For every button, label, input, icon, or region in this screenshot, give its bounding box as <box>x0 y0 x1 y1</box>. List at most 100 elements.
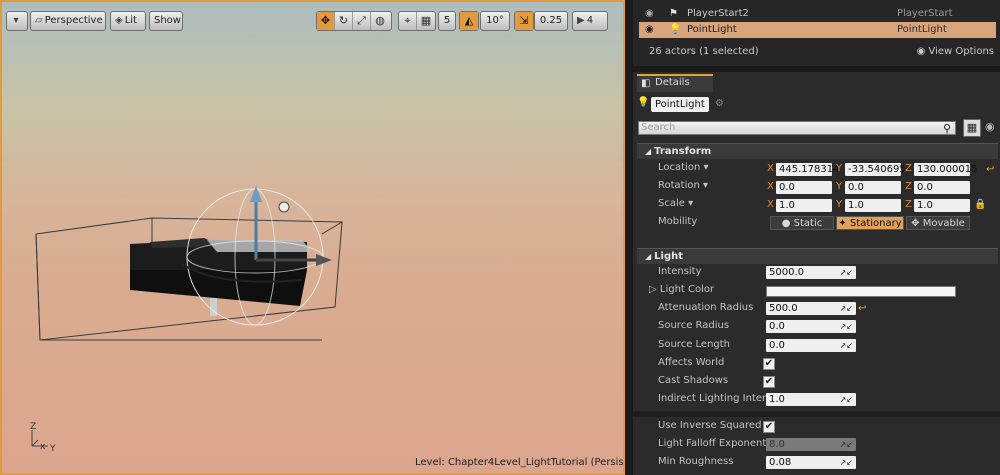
intensity-value: 5000.0 <box>769 267 804 278</box>
section-transform[interactable]: ◢ Transform <box>637 143 998 159</box>
tab-details[interactable]: ◧ Details <box>637 74 713 92</box>
show-button[interactable]: Show <box>149 11 183 31</box>
stationary-icon: ✦ <box>838 218 850 229</box>
lit-button[interactable]: ◈ Lit <box>110 11 146 31</box>
surface-snap-group: ⌖ ▦ <box>398 11 436 31</box>
visibility-filter-icon[interactable]: ◉ <box>985 120 995 133</box>
location-label[interactable]: Location ▾ <box>658 162 709 173</box>
actor-name-field[interactable]: PointLight <box>651 97 709 112</box>
scale-snap-dropdown[interactable]: 0.25 <box>534 11 568 31</box>
section-transform-title: Transform <box>654 146 712 157</box>
attenuation-field[interactable]: 500.0 ↗↙ <box>766 302 856 315</box>
lightbulb-icon: 💡 <box>669 24 682 35</box>
axis-y-label: Y <box>836 181 843 192</box>
min-roughness-label: Min Roughness <box>658 456 734 467</box>
mobility-stationary-button[interactable]: ✦ Stationary <box>836 216 904 230</box>
eye-icon: ◉ <box>916 46 929 57</box>
location-x-field[interactable]: 445.178314 <box>776 163 839 176</box>
search-icon[interactable]: ⚲ <box>943 122 951 135</box>
level-viewport[interactable]: Z x Y ▾ ▱ Perspective ◈ Lit Show ✥ ↻ ⤢ ◍ ⌖ ▦ 5… <box>0 0 625 475</box>
axis-z-label: Z <box>905 181 912 192</box>
location-label-text: Location <box>658 162 701 173</box>
property-matrix-button[interactable]: ▦ <box>963 119 981 137</box>
world-local-icon[interactable]: ◍ <box>371 12 389 30</box>
outliner-row-name: PlayerStart2 <box>687 8 749 19</box>
intensity-field[interactable]: 5000.0 ↗↙ <box>766 266 856 279</box>
drag-arrows-icon: ↗↙ <box>839 341 853 350</box>
rotation-z-field[interactable]: 0.0 <box>914 181 970 194</box>
scale-icon[interactable]: ⤢ <box>353 12 371 30</box>
rotation-snap-toggle[interactable]: ◭ <box>459 11 479 31</box>
grid-snap-icon[interactable]: ▦ <box>417 12 435 30</box>
scale-z-field[interactable]: 1.0 <box>914 199 970 212</box>
details-icon: ◧ <box>641 78 651 89</box>
drag-arrows-icon: ↗↙ <box>839 395 853 404</box>
details-search-input[interactable]: Search <box>638 121 956 135</box>
scale-snap-toggle[interactable]: ⇲ <box>514 11 534 31</box>
rotation-x-field[interactable]: 0.0 <box>776 181 832 194</box>
location-y-field[interactable]: -33.540695 <box>845 163 906 176</box>
rotation-y-field[interactable]: 0.0 <box>845 181 901 194</box>
camera-icon: ▶ <box>577 15 585 26</box>
world-outliner: ◉ ⚑ PlayerStart2 PlayerStart ◉ 💡 PointLi… <box>633 0 1000 66</box>
rotation-label[interactable]: Rotation ▾ <box>658 180 708 191</box>
rotate-icon[interactable]: ↻ <box>335 12 353 30</box>
visibility-eye-icon[interactable]: ◉ <box>645 6 654 22</box>
location-z-field[interactable]: 130.000015 <box>914 163 977 176</box>
light-color-swatch[interactable] <box>766 286 956 297</box>
mobility-movable-button[interactable]: ✥ Movable <box>906 216 970 230</box>
rotation-snap-dropdown[interactable]: 10° <box>480 11 510 31</box>
scene-render[interactable] <box>2 2 625 475</box>
indirect-lighting-value: 1.0 <box>769 394 785 405</box>
chevron-down-icon: ▾ <box>13 15 19 26</box>
grid-size-dropdown[interactable]: 5 <box>438 11 456 31</box>
indirect-lighting-field[interactable]: 1.0 ↗↙ <box>766 393 856 406</box>
affects-world-label: Affects World <box>658 357 725 368</box>
light-color-label[interactable]: ▷ Light Color <box>649 284 714 295</box>
affects-world-checkbox[interactable]: ✔ <box>763 358 775 370</box>
mobility-static-label: Static <box>793 218 823 229</box>
falloff-exponent-field[interactable]: 8.0 ↗↙ <box>766 438 856 451</box>
visibility-eye-icon[interactable]: ◉ <box>645 22 654 38</box>
lock-icon[interactable]: ⚙ <box>715 98 724 109</box>
source-radius-field[interactable]: 0.0 ↗↙ <box>766 320 856 333</box>
flag-icon: ⚑ <box>669 8 678 19</box>
mobility-static-button[interactable]: ● Static <box>770 216 834 230</box>
outliner-row[interactable]: ◉ ⚑ PlayerStart2 PlayerStart <box>639 6 996 22</box>
source-radius-value: 0.0 <box>769 321 785 332</box>
min-roughness-field[interactable]: 0.08 ↗↙ <box>766 456 856 469</box>
viewport-options-button[interactable]: ▾ <box>6 11 28 31</box>
view-options-button[interactable]: ◉ View Options <box>917 46 994 57</box>
axis-z-label: Z <box>905 199 912 210</box>
section-light[interactable]: ◢ Light <box>637 248 998 264</box>
scale-snap-icon: ⇲ <box>515 12 533 30</box>
collapse-triangle-icon: ◢ <box>645 147 652 156</box>
scale-x-field[interactable]: 1.0 <box>776 199 832 212</box>
property-cast-shadows: Cast Shadows <box>637 373 998 391</box>
scale-y-field[interactable]: 1.0 <box>845 199 901 212</box>
source-radius-label: Source Radius <box>658 320 730 331</box>
lock-icon[interactable]: 🔒 <box>974 199 986 210</box>
min-roughness-value: 0.08 <box>769 457 792 468</box>
inverse-squared-checkbox[interactable]: ✔ <box>763 421 775 433</box>
outliner-row-type: PlayerStart <box>897 8 953 19</box>
section-light-title: Light <box>654 251 684 262</box>
translate-icon[interactable]: ✥ <box>317 12 335 30</box>
source-length-value: 0.0 <box>769 340 785 351</box>
reset-to-default-icon[interactable]: ↩ <box>986 164 994 175</box>
lightbulb-icon: 💡 <box>637 97 650 108</box>
scale-label[interactable]: Scale ▾ <box>658 198 693 209</box>
drag-arrows-icon: ↗↙ <box>839 440 853 449</box>
outliner-row-selected[interactable]: ◉ 💡 PointLight PointLight <box>639 22 996 38</box>
surface-snap-icon[interactable]: ⌖ <box>399 12 417 30</box>
level-label: Level: <box>415 457 445 468</box>
lightbulb-sprite-icon <box>278 201 290 213</box>
perspective-button[interactable]: ▱ Perspective <box>30 11 106 31</box>
source-length-label: Source Length <box>658 339 731 350</box>
reset-to-default-icon[interactable]: ↩ <box>858 303 866 314</box>
source-length-field[interactable]: 0.0 ↗↙ <box>766 339 856 352</box>
checkmark-icon: ✔ <box>764 376 774 387</box>
cast-shadows-checkbox[interactable]: ✔ <box>763 376 775 388</box>
view-options-label: View Options <box>928 46 995 57</box>
camera-speed-button[interactable]: ▶ 4 <box>572 11 608 31</box>
